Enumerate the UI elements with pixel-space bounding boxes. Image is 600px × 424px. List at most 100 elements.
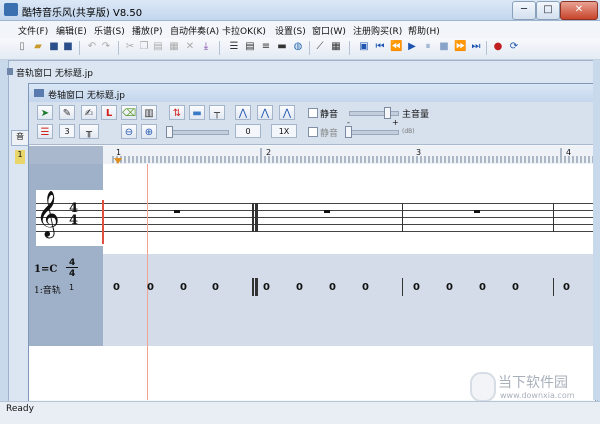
menu-help[interactable]: 帮助(H) xyxy=(408,24,440,37)
watermark-url: www.downxia.com xyxy=(500,391,575,400)
ruler-icon[interactable]: ┬ xyxy=(209,105,225,120)
play-icon[interactable]: ▶ xyxy=(406,41,418,53)
menu-play[interactable]: 播放(P) xyxy=(132,24,162,37)
cursor-line xyxy=(102,200,104,244)
menu-score[interactable]: 乐谱(S) xyxy=(94,24,125,37)
jianpu-note: 0 xyxy=(512,282,519,293)
staff-view-icon[interactable]: ☰ xyxy=(228,41,240,53)
pause-icon[interactable]: ⏸ xyxy=(422,41,434,53)
page-view-icon[interactable]: ▤ xyxy=(244,41,256,53)
minimize-button[interactable]: ─ xyxy=(512,1,536,20)
jianpu-note: 0 xyxy=(479,282,486,293)
grid-icon[interactable]: ▦ xyxy=(330,41,342,53)
tuplet-icon[interactable]: ╥ xyxy=(79,124,99,139)
mute-checkbox-1[interactable] xyxy=(308,108,318,118)
toolbar-separator xyxy=(309,41,310,55)
paste-special-icon[interactable]: ▦ xyxy=(168,41,180,53)
toolbar-separator xyxy=(118,41,119,55)
zoom-out-icon[interactable]: ⊖ xyxy=(121,124,137,139)
close-button[interactable]: ✕ xyxy=(560,1,598,20)
track-side-tab[interactable]: 音 xyxy=(11,130,29,146)
watermark-text: 当下软件园 xyxy=(498,375,568,391)
chord-down-icon[interactable]: ⋀ xyxy=(279,105,295,120)
status-text: Ready xyxy=(6,404,34,414)
paste-icon[interactable]: ▤ xyxy=(152,41,164,53)
measure-ruler[interactable] xyxy=(103,146,593,165)
pencil-note-icon[interactable]: ✍ xyxy=(81,105,97,120)
record-icon[interactable]: ● xyxy=(492,41,504,53)
pan-slider-thumb[interactable] xyxy=(345,126,352,138)
master-volume-label: 主音量 xyxy=(402,110,430,120)
menu-edit[interactable]: 编辑(E) xyxy=(56,24,87,37)
play-range-icon[interactable]: ▣ xyxy=(358,41,370,53)
zoom-value[interactable]: 0 xyxy=(235,124,261,138)
treble-clef-icon: 𝄞 xyxy=(36,191,60,237)
menu-karaoke[interactable]: 卡拉OK(K) xyxy=(222,24,266,37)
list-view-icon[interactable]: ≡ xyxy=(260,41,272,53)
track-label: 1:音轨 xyxy=(34,286,61,296)
watermark: 当下软件园 www.downxia.com xyxy=(470,372,594,402)
score-window-icon xyxy=(34,89,44,97)
barline xyxy=(252,203,254,232)
stop-icon[interactable]: ■ xyxy=(438,41,450,53)
mute-checkbox-2[interactable] xyxy=(308,127,318,137)
whole-rest xyxy=(474,210,480,213)
speed-value[interactable]: 1X xyxy=(271,124,297,138)
volume-slider-thumb[interactable] xyxy=(384,107,391,119)
menu-settings[interactable]: 设置(S) xyxy=(275,24,306,37)
menu-file[interactable]: 文件(F) xyxy=(18,24,48,37)
go-start-icon[interactable]: ⏮ xyxy=(374,41,386,53)
lyric-l-button[interactable]: L xyxy=(101,105,117,120)
jianpu-note: 0 xyxy=(180,282,187,293)
undo-icon[interactable]: ↶ xyxy=(86,41,98,53)
menu-register[interactable]: 注册购买(R) xyxy=(353,24,402,37)
fast-forward-icon[interactable]: ⏩ xyxy=(454,41,466,53)
zoom-slider-track[interactable] xyxy=(167,130,229,135)
watermark-logo-icon xyxy=(470,372,496,402)
open-folder-icon[interactable]: ▰ xyxy=(32,41,44,53)
insert-icon[interactable]: ⤓ xyxy=(200,41,212,53)
eraser-icon[interactable]: ⌫ xyxy=(121,105,137,120)
save-icon[interactable]: ■ xyxy=(48,41,60,53)
pencil-icon[interactable]: ✎ xyxy=(59,105,75,120)
go-end-icon[interactable]: ⏭ xyxy=(470,41,482,53)
zoom-slider-thumb[interactable] xyxy=(166,126,173,138)
jianpu-note: 0 xyxy=(147,282,154,293)
select-arrow-icon[interactable]: ➤ xyxy=(37,105,53,120)
save-as-icon[interactable]: ■ xyxy=(62,41,74,53)
align-icon[interactable]: ☰ xyxy=(37,124,53,139)
staff-line xyxy=(36,210,593,211)
delete-icon[interactable]: ✕ xyxy=(184,41,196,53)
redo-icon[interactable]: ↷ xyxy=(100,41,112,53)
up-down-arrows-icon[interactable]: ⇅ xyxy=(169,105,185,120)
jianpu-note: 0 xyxy=(296,282,303,293)
new-file-icon[interactable]: ▯ xyxy=(16,41,28,53)
copy-icon[interactable]: ❐ xyxy=(138,41,150,53)
volume-slider-track[interactable] xyxy=(349,111,399,116)
jianpu-barline xyxy=(402,278,403,296)
maximize-button[interactable]: □ xyxy=(536,1,560,20)
step-value[interactable]: 3 xyxy=(59,124,75,138)
pen-icon[interactable]: ⟋ xyxy=(314,41,326,53)
keyboard-icon[interactable]: ▬ xyxy=(276,41,288,53)
image-icon[interactable]: ▬ xyxy=(189,105,205,120)
window-edge xyxy=(593,60,600,400)
menu-auto-accompany[interactable]: 自动伴奏(A) xyxy=(170,24,219,37)
staff-time-bottom: 4 xyxy=(69,213,79,228)
track-number: 1 xyxy=(69,283,75,292)
cut-icon[interactable]: ✂ xyxy=(124,41,136,53)
chord-mid-icon[interactable]: ⋀ xyxy=(257,105,273,120)
rewind-icon[interactable]: ⏪ xyxy=(390,41,402,53)
key-signature: 1=C xyxy=(34,264,58,275)
panel-icon[interactable]: ▥ xyxy=(141,105,157,120)
globe-icon[interactable]: ◍ xyxy=(292,41,304,53)
menu-window[interactable]: 窗口(W) xyxy=(312,24,346,37)
app-title: 酷特音乐风(共享版) V8.50 xyxy=(22,8,143,19)
loop-icon[interactable]: ⟳ xyxy=(508,41,520,53)
staff-background xyxy=(36,190,593,246)
pan-slider-track[interactable] xyxy=(349,130,399,135)
chord-up-icon[interactable]: ⋀ xyxy=(235,105,251,120)
measure-number-4: 4 xyxy=(566,148,572,157)
zoom-in-icon[interactable]: ⊕ xyxy=(141,124,157,139)
jianpu-area[interactable] xyxy=(103,254,593,346)
